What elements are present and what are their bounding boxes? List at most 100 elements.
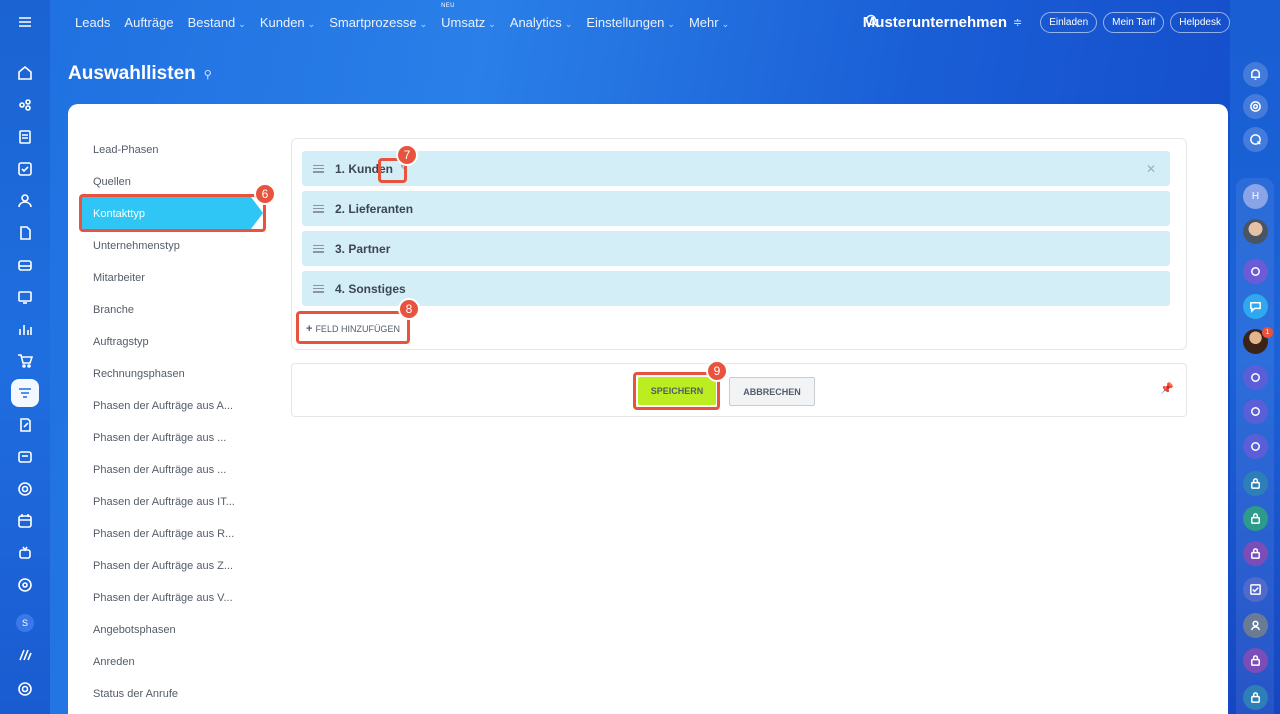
monitor-icon[interactable]	[11, 283, 39, 311]
nav-analytics[interactable]: Analytics ⌄	[510, 15, 573, 30]
action-bar: SPEICHERN 9 ABBRECHEN 📌	[291, 360, 1187, 417]
chat-avatar-h[interactable]: H	[1243, 184, 1268, 209]
menu-item-phasen-2[interactable]: Phasen der Aufträge aus ...	[93, 454, 273, 486]
chevron-down-icon: ⌄	[238, 18, 246, 29]
bell-icon[interactable]	[1243, 62, 1268, 87]
menu-item-phasen-z[interactable]: Phasen der Aufträge aus Z...	[93, 550, 273, 582]
drag-handle-icon[interactable]	[313, 164, 324, 173]
home-icon[interactable]	[11, 59, 39, 87]
funnel-icon[interactable]	[11, 91, 39, 119]
menu-item-lead-phasen[interactable]: Lead-Phasen	[93, 134, 273, 166]
chat-avatar-group[interactable]	[1243, 613, 1268, 638]
helpdesk-button[interactable]: Helpdesk	[1170, 11, 1230, 33]
analytics-icon[interactable]	[11, 315, 39, 343]
menu-item-phasen-1[interactable]: Phasen der Aufträge aus ...	[93, 422, 273, 454]
step-badge-6: 6	[254, 183, 276, 205]
settings-icon[interactable]	[11, 675, 39, 703]
plan-button[interactable]: Mein Tarif	[1103, 11, 1165, 33]
menu-item-phasen-r[interactable]: Phasen der Aufträge aus R...	[93, 518, 273, 550]
nav-einstellungen[interactable]: Einstellungen ⌄	[586, 15, 675, 30]
main-panel: Lead-Phasen Quellen Kontakttyp Unternehm…	[68, 104, 1228, 714]
nav-auftraege[interactable]: Aufträge	[124, 15, 173, 30]
menu-item-mitarbeiter[interactable]: Mitarbeiter	[93, 262, 273, 294]
support-icon[interactable]	[11, 475, 39, 503]
entry-label[interactable]: 3. Partner	[335, 242, 390, 256]
contacts-icon[interactable]	[11, 187, 39, 215]
entry-row[interactable]: 3. Partner	[302, 231, 1170, 266]
company-name[interactable]: Musterunternehmen ≑	[863, 14, 1022, 31]
document-icon[interactable]	[11, 123, 39, 151]
chevron-down-icon: ⌄	[564, 18, 573, 29]
menu-item-unternehmenstyp[interactable]: Unternehmenstyp	[93, 230, 273, 262]
menu-item-anreden[interactable]: Anreden	[93, 646, 273, 678]
lock-icon[interactable]	[1243, 471, 1268, 496]
nav-umsatz[interactable]: NEU Umsatz ⌄	[441, 3, 496, 30]
calendar-icon[interactable]	[11, 507, 39, 535]
settings-sliders-icon[interactable]: ≑	[1013, 16, 1022, 29]
nav-leads[interactable]: Leads	[75, 15, 110, 30]
menu-item-angebotsphasen[interactable]: Angebotsphasen	[93, 614, 273, 646]
checkbox-icon[interactable]	[1243, 577, 1268, 602]
close-icon[interactable]: ✕	[1146, 162, 1156, 176]
menu-item-phasen-it[interactable]: Phasen der Aufträge aus IT...	[93, 486, 273, 518]
lock-icon[interactable]	[1243, 541, 1268, 566]
nav-bestand[interactable]: Bestand ⌄	[188, 15, 246, 30]
notification-count: 1	[1262, 327, 1273, 338]
inbox-icon[interactable]	[11, 251, 39, 279]
chevron-down-icon: ⌄	[419, 18, 428, 29]
drag-handle-icon[interactable]	[313, 204, 324, 213]
pin-icon[interactable]: ⚲	[204, 68, 212, 81]
menu-icon[interactable]	[11, 8, 39, 36]
card-icon[interactable]	[11, 443, 39, 471]
drag-handle-icon[interactable]	[313, 284, 324, 293]
entries-box: 1. Kunden ✎ ✕ 2. Lieferanten 3. Partner …	[291, 138, 1187, 350]
chevron-down-icon: ⌄	[721, 18, 730, 29]
stripes-icon[interactable]	[11, 641, 39, 669]
edit-doc-icon[interactable]	[11, 411, 39, 439]
robot-icon[interactable]	[11, 539, 39, 567]
user-avatar[interactable]: S	[16, 614, 34, 632]
step-badge-8: 8	[398, 298, 420, 320]
task-icon[interactable]	[11, 155, 39, 183]
highlight-kontakttyp	[79, 194, 266, 232]
entry-label[interactable]: 2. Lieferanten	[335, 202, 413, 216]
chat-search-icon[interactable]	[1243, 127, 1268, 152]
chat-avatar-person[interactable]	[1243, 219, 1268, 244]
chevron-down-icon: ⌄	[488, 18, 496, 29]
entry-row[interactable]: 4. Sonstiges	[302, 271, 1170, 306]
entry-row[interactable]: 1. Kunden ✎ ✕	[302, 151, 1170, 186]
chevron-down-icon: ⌄	[667, 18, 675, 29]
save-button[interactable]: SPEICHERN	[638, 377, 716, 405]
menu-item-auftragstyp[interactable]: Auftragstyp	[93, 326, 273, 358]
menu-item-status-anrufe[interactable]: Status der Anrufe	[93, 678, 273, 710]
chat-channel-icon[interactable]	[1243, 434, 1268, 459]
entry-label[interactable]: 4. Sonstiges	[335, 282, 406, 296]
cart-icon[interactable]	[11, 347, 39, 375]
chat-channel-icon[interactable]	[1243, 365, 1268, 390]
lock-icon[interactable]	[1243, 506, 1268, 531]
target-icon[interactable]	[11, 571, 39, 599]
lock-icon[interactable]	[1243, 685, 1268, 710]
nav-kunden[interactable]: Kunden ⌄	[260, 15, 315, 30]
chat-bubble-icon[interactable]	[1243, 294, 1268, 319]
menu-item-phasen-v[interactable]: Phasen der Aufträge aus V...	[93, 582, 273, 614]
crm-filter-icon[interactable]	[11, 379, 39, 407]
nav-smartprozesse[interactable]: Smartprozesse ⌄	[329, 15, 427, 30]
nav-mehr[interactable]: Mehr ⌄	[689, 15, 729, 30]
chat-channel-icon[interactable]	[1243, 399, 1268, 424]
pin-icon[interactable]: 📌	[1160, 382, 1174, 395]
top-right-area: Musterunternehmen ≑ Einladen Mein Tarif H…	[863, 8, 1268, 36]
chevron-down-icon: ⌄	[307, 18, 316, 29]
page-title: Auswahllisten ⚲	[68, 63, 212, 84]
entry-row[interactable]: 2. Lieferanten	[302, 191, 1170, 226]
invite-button[interactable]: Einladen	[1040, 11, 1098, 33]
cancel-button[interactable]: ABBRECHEN	[729, 377, 815, 406]
menu-item-branche[interactable]: Branche	[93, 294, 273, 326]
copilot-icon[interactable]	[1243, 94, 1268, 119]
drag-handle-icon[interactable]	[313, 244, 324, 253]
chat-group-icon[interactable]	[1243, 259, 1268, 284]
lock-icon[interactable]	[1243, 648, 1268, 673]
menu-item-rechnungsphasen[interactable]: Rechnungsphasen	[93, 358, 273, 390]
menu-item-phasen-a[interactable]: Phasen der Aufträge aus A...	[93, 390, 273, 422]
file-icon[interactable]	[11, 219, 39, 247]
